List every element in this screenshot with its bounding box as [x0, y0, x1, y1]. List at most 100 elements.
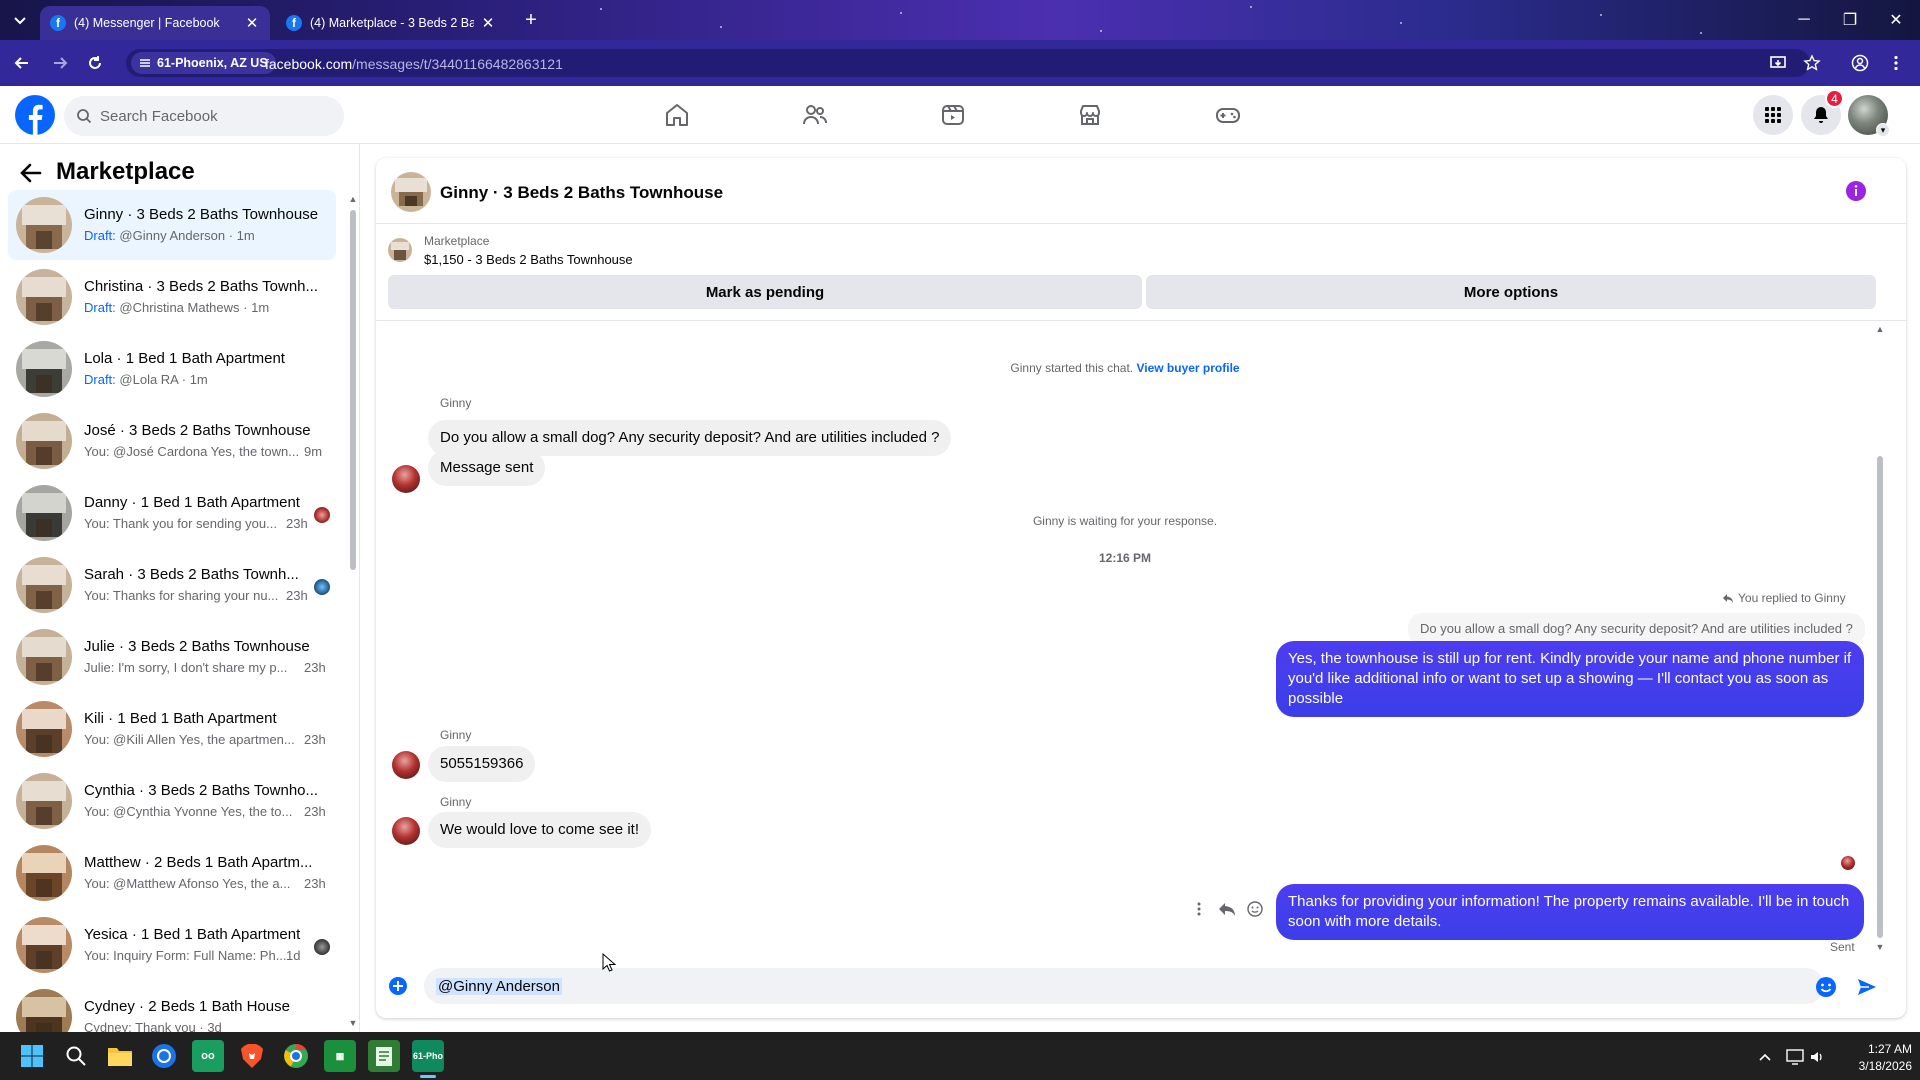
conversation-item[interactable]: Ginny · 3 Beds 2 Baths Townhouse Draft: @… — [8, 190, 336, 260]
reload-icon[interactable] — [83, 51, 107, 75]
add-attachment-icon[interactable] — [388, 976, 408, 996]
conversation-item[interactable]: Matthew · 2 Beds 1 Bath Apartm... You: @M… — [8, 838, 336, 908]
network-icon[interactable] — [1786, 1048, 1804, 1066]
bookmark-star-icon[interactable] — [1800, 51, 1824, 75]
preview-text: @Lola RA · 1m — [115, 372, 208, 387]
conversation-avatar — [16, 413, 72, 469]
home-icon[interactable] — [663, 101, 691, 129]
sidebar-scroll-thumb[interactable] — [350, 210, 356, 570]
close-window-icon[interactable]: ✕ — [1884, 8, 1908, 32]
conversation-item[interactable]: Kili · 1 Bed 1 Bath Apartment You: @Kili … — [8, 694, 336, 764]
close-tab-icon[interactable]: ✕ — [244, 15, 260, 32]
app-icon-green[interactable]: oo — [192, 1040, 224, 1072]
ginny-avatar[interactable] — [392, 751, 420, 779]
preview-text: @Christina Mathews · 1m — [115, 300, 270, 315]
install-app-icon[interactable] — [1766, 51, 1790, 75]
conversation-item[interactable]: Danny · 1 Bed 1 Bath Apartment You: Thank… — [8, 478, 336, 548]
conversation-item[interactable]: Lola · 1 Bed 1 Bath Apartment Draft: @Lol… — [8, 334, 336, 404]
gaming-icon[interactable] — [1214, 101, 1242, 129]
chat-scroll-up-icon[interactable]: ▲ — [1875, 324, 1885, 334]
conversation-time: 9m — [304, 444, 323, 459]
conversation-item[interactable]: Christina · 3 Beds 2 Baths Townh... Draft… — [8, 262, 336, 332]
conversation-avatar — [16, 269, 72, 325]
draft-label: Draft: — [84, 300, 116, 315]
scroll-up-icon[interactable]: ▲ — [348, 194, 358, 204]
conversation-avatar — [16, 629, 72, 685]
file-explorer-icon[interactable] — [104, 1040, 136, 1072]
facebook-search-input[interactable]: Search Facebook — [64, 96, 344, 136]
more-options-button[interactable]: More options — [1146, 275, 1876, 309]
react-emoji-icon[interactable] — [1246, 900, 1264, 918]
marketplace-icon[interactable] — [1076, 101, 1104, 129]
incoming-message[interactable]: We would love to come see it! — [428, 812, 651, 848]
chrome-profile-icon[interactable] — [280, 1040, 312, 1072]
chat-scroll-down-icon[interactable]: ▼ — [1875, 942, 1885, 952]
forward-icon[interactable] — [48, 51, 72, 75]
conversation-name: Yesica · 1 Bed 1 Bath Apartment — [84, 926, 301, 943]
restore-icon[interactable]: ❐ — [1838, 8, 1862, 32]
preview-text: Julie: I'm sorry, I don't share my p... — [84, 660, 288, 675]
friends-icon[interactable] — [801, 101, 829, 129]
listing-price-title[interactable]: $1,150 - 3 Beds 2 Baths Townhouse — [424, 252, 633, 267]
chrome-icon[interactable] — [148, 1040, 180, 1072]
tab-search-chevron-icon[interactable] — [8, 9, 32, 31]
location-chip[interactable]: 61-Phoenix, AZ US — [131, 52, 276, 74]
ginny-avatar[interactable] — [392, 817, 420, 845]
new-tab-button[interactable]: + — [520, 9, 542, 31]
url-text[interactable]: facebook.com/messages/t/3440116648286312… — [265, 56, 563, 72]
conversation-item[interactable]: José · 3 Beds 2 Baths Townhouse You: @Jos… — [8, 406, 336, 476]
account-avatar[interactable]: ▾ — [1848, 95, 1890, 137]
more-actions-icon[interactable] — [1190, 900, 1208, 918]
volume-icon[interactable] — [1808, 1048, 1826, 1066]
taskbar-search-icon[interactable] — [60, 1040, 92, 1072]
active-app-icon[interactable]: 61-Pho — [412, 1040, 444, 1072]
minimize-icon[interactable]: ─ — [1792, 8, 1816, 32]
tab-marketplace[interactable]: f (4) Marketplace - 3 Beds 2 Bath ✕ — [276, 6, 506, 40]
conversation-name: Kili · 1 Bed 1 Bath Apartment — [84, 710, 277, 727]
back-arrow-icon[interactable] — [18, 160, 44, 186]
conversation-name: Sarah · 3 Beds 2 Baths Townh... — [84, 566, 299, 583]
brave-icon[interactable] — [236, 1040, 268, 1072]
send-icon[interactable] — [1856, 976, 1878, 998]
video-icon[interactable] — [939, 101, 967, 129]
mark-as-pending-button[interactable]: Mark as pending — [388, 275, 1142, 309]
site-settings-icon — [140, 59, 150, 67]
tab-title: (4) Marketplace - 3 Beds 2 Bath — [310, 16, 474, 30]
conversation-item[interactable]: Julie · 3 Beds 2 Baths Townhouse Julie: I… — [8, 622, 336, 692]
profile-icon[interactable] — [1848, 51, 1872, 75]
conversation-preview: You: Inquiry Form: Full Name: Ph... — [84, 948, 300, 963]
browser-menu-icon[interactable] — [1884, 51, 1908, 75]
conversation-item[interactable]: Cynthia · 3 Beds 2 Baths Townho... You: @… — [8, 766, 336, 836]
notepad-icon[interactable] — [368, 1040, 400, 1072]
message-composer-input[interactable]: @Ginny Anderson — [424, 968, 1824, 1004]
back-icon[interactable] — [10, 51, 34, 75]
outgoing-message[interactable]: Yes, the townhouse is still up for rent.… — [1276, 641, 1864, 717]
facebook-logo-icon[interactable] — [15, 95, 55, 135]
scroll-down-icon[interactable]: ▼ — [348, 1018, 358, 1028]
tab-messenger[interactable]: f (4) Messenger | Facebook ✕ — [40, 6, 270, 40]
conversation-item[interactable]: Sarah · 3 Beds 2 Baths Townh... You: Than… — [8, 550, 336, 620]
incoming-message[interactable]: Message sent — [428, 450, 546, 486]
reply-note: You replied to Ginny — [1722, 591, 1846, 605]
view-buyer-profile-link[interactable]: View buyer profile — [1136, 361, 1239, 375]
reply-note-text: You replied to Ginny — [1738, 591, 1846, 605]
close-tab-icon[interactable]: ✕ — [480, 15, 496, 32]
incoming-message[interactable]: 5055159366 — [428, 746, 536, 782]
taskbar-clock[interactable]: 1:27 AM 3/18/2026 — [1836, 1041, 1912, 1075]
chat-scroll-thumb[interactable] — [1877, 456, 1883, 938]
menu-grid-button[interactable] — [1753, 95, 1793, 135]
preview-text: You: @Kili Allen Yes, the apartmen... — [84, 732, 295, 747]
info-icon[interactable] — [1845, 180, 1867, 202]
ginny-avatar[interactable] — [392, 465, 420, 493]
windows-start-icon[interactable] — [16, 1040, 48, 1072]
sender-name: Ginny — [440, 396, 472, 410]
app-icon-spreadsheet[interactable]: ▦ — [324, 1040, 356, 1072]
reply-icon[interactable] — [1218, 900, 1236, 918]
outgoing-message[interactable]: Thanks for providing your information! T… — [1276, 884, 1864, 940]
conversation-item[interactable]: Yesica · 1 Bed 1 Bath Apartment You: Inqu… — [8, 910, 336, 980]
chat-title[interactable]: Ginny · 3 Beds 2 Baths Townhouse — [440, 183, 723, 203]
tray-overflow-icon[interactable] — [1756, 1048, 1774, 1066]
emoji-icon[interactable] — [1815, 976, 1837, 998]
chat-listing-avatar[interactable] — [391, 172, 431, 212]
conversation-avatar — [16, 773, 72, 829]
